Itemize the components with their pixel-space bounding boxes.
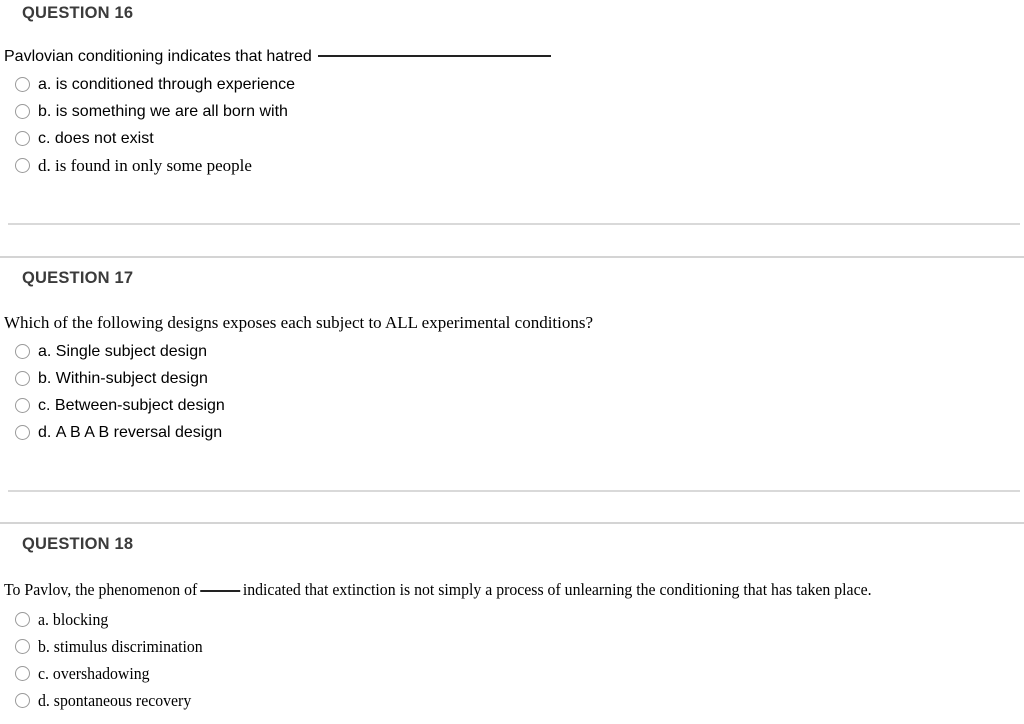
radio-button-icon[interactable] [15,693,30,708]
answer-blank-16 [317,55,551,57]
question-stem-18: To Pavlov, the phenomenon of indicated th… [0,580,1024,600]
radio-button-icon[interactable] [15,612,30,627]
option-17-a[interactable]: a. Single subject design [0,338,1024,365]
option-16-a[interactable]: a. is conditioned through experience [0,71,1024,98]
radio-button-icon[interactable] [15,77,30,92]
radio-button-icon[interactable] [15,344,30,359]
radio-button-icon[interactable] [15,158,30,173]
radio-button-icon[interactable] [15,639,30,654]
radio-button-icon[interactable] [15,425,30,440]
option-label: d. A B A B reversal design [38,423,223,441]
option-label: b. stimulus discrimination [38,637,203,656]
option-17-d[interactable]: d. A B A B reversal design [0,419,1024,446]
question-heading-17: QUESTION 17 [22,269,134,287]
option-17-b[interactable]: b. Within-subject design [0,365,1024,392]
question-stem-text-18-suffix: indicated that extinction is not simply … [242,580,872,599]
option-label: d. spontaneous recovery [38,691,192,710]
option-label: c. overshadowing [38,664,150,683]
option-label: c. Between-subject design [38,396,225,414]
option-17-c[interactable]: c. Between-subject design [0,392,1024,419]
option-16-c[interactable]: c. does not exist [0,125,1024,152]
question-block-17: QUESTION 17 Which of the following desig… [0,258,1024,446]
radio-button-icon[interactable] [15,666,30,681]
question-block-16: QUESTION 16 Pavlovian conditioning indic… [0,0,1024,179]
option-18-d[interactable]: d. spontaneous recovery [0,687,1024,714]
radio-button-icon[interactable] [15,131,30,146]
option-label: a. Single subject design [38,342,208,360]
quiz-container: QUESTION 16 Pavlovian conditioning indic… [0,0,1024,714]
option-label: b. Within-subject design [38,369,208,387]
question-stem-text-17: Which of the following designs exposes e… [4,313,594,332]
option-18-b[interactable]: b. stimulus discrimination [0,633,1024,660]
question-heading-16: QUESTION 16 [22,4,134,22]
option-label: d. is found in only some people [38,156,252,175]
options-list-18: a. blocking b. stimulus discrimination c… [0,606,1024,714]
answer-blank-18 [200,590,241,592]
option-16-d[interactable]: d. is found in only some people [0,152,1024,179]
question-stem-17: Which of the following designs exposes e… [0,313,1024,333]
option-label: a. blocking [38,610,109,629]
option-label: c. does not exist [38,129,154,147]
option-18-a[interactable]: a. blocking [0,606,1024,633]
radio-button-icon[interactable] [15,398,30,413]
question-stem-text-16: Pavlovian conditioning indicates that ha… [4,48,312,65]
options-list-16: a. is conditioned through experience b. … [0,71,1024,179]
question-stem-16: Pavlovian conditioning indicates that ha… [0,48,1024,66]
question-block-18: QUESTION 18 To Pavlov, the phenomenon of… [0,524,1024,714]
option-label: a. is conditioned through experience [38,75,296,93]
option-label: b. is something we are all born with [38,102,288,120]
options-list-17: a. Single subject design b. Within-subje… [0,338,1024,446]
option-16-b[interactable]: b. is something we are all born with [0,98,1024,125]
radio-button-icon[interactable] [15,104,30,119]
question-stem-text-18-prefix: To Pavlov, the phenomenon of [4,580,198,599]
option-18-c[interactable]: c. overshadowing [0,660,1024,687]
radio-button-icon[interactable] [15,371,30,386]
question-heading-18: QUESTION 18 [22,535,134,553]
